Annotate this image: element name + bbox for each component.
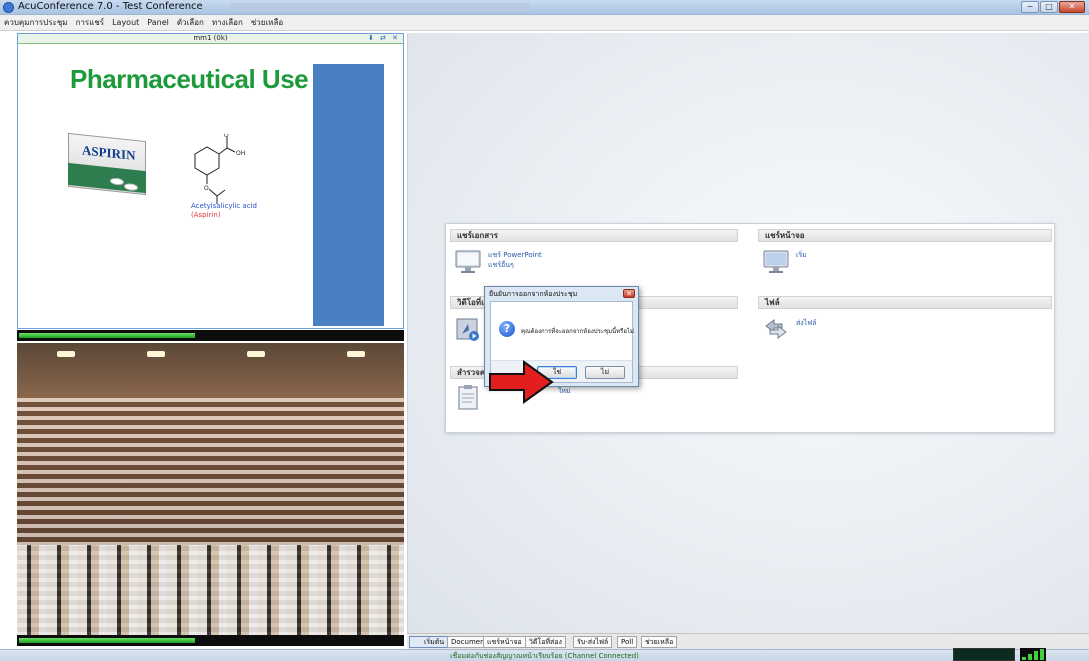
svg-text:O: O (224, 134, 229, 139)
svg-text:OH: OH (236, 150, 245, 157)
slide-header: mm1 (0k) ⬇ ⇄ ✕ (18, 34, 403, 44)
slide-progress-fill (19, 333, 196, 338)
tab-file-transfer[interactable]: รับ-ส่งไฟล์ (573, 636, 613, 648)
molecule-caption-sub: (Aspirin) (191, 211, 221, 219)
molecule-caption: Acetylsalicylic acid (191, 202, 257, 210)
tab-start-label: เริ่มต้น (424, 638, 445, 646)
aspirin-box-image: ASPIRIN (68, 132, 146, 196)
tab-help[interactable]: ช่วยเหลือ (641, 636, 678, 648)
tab-video[interactable]: วิดีโอที่ส่อง (525, 636, 566, 648)
slide-title: Pharmaceutical Use (70, 64, 309, 94)
menu-bar: ควบคุมการประชุม การแชร์ Layout Panel ตัว… (0, 15, 1089, 31)
svg-text:O: O (204, 185, 209, 192)
video-progress-fill (19, 638, 196, 643)
menu-help[interactable]: ช่วยเหลือ (251, 16, 283, 29)
slide-panel: mm1 (0k) ⬇ ⇄ ✕ Pharmaceutical Use ASPIRI… (17, 33, 404, 329)
menu-share[interactable]: การแชร์ (76, 16, 105, 29)
new-survey-link[interactable]: ใหม่ (558, 386, 571, 397)
dialog-close-button[interactable]: ✕ (623, 289, 635, 298)
section-files: ไฟล์ (758, 296, 1052, 309)
section-share-screen: แชร์หน้าจอ (758, 229, 1052, 242)
close-button[interactable]: ✕ (1059, 1, 1085, 13)
screen-icon (763, 250, 789, 273)
lecture-hall-wall (17, 343, 404, 403)
tab-share-screen[interactable]: แชร์หน้าจอ (483, 636, 526, 648)
title-bar: AcuConference 7.0 - Test Conference − □ … (0, 0, 1089, 15)
status-bar: เชื่อมต่อกับช่องสัญญาณหน้าเรียบร้อย (Cha… (0, 649, 1089, 661)
bottom-tab-bar: เริ่มต้น Document แชร์หน้าจอ วิดีโอที่ส่… (407, 633, 1089, 649)
menu-choices[interactable]: ทางเลือก (212, 16, 243, 29)
slide-progress-bar (17, 330, 404, 341)
share-screen-start-link[interactable]: เริ่ม (796, 250, 807, 261)
connection-status: เชื่อมต่อกับช่องสัญญาณหน้าเรียบร้อย (Cha… (450, 652, 639, 660)
dialog-title: ยืนยันการออกจากห้องประชุม (489, 290, 578, 298)
dialog-no-button[interactable]: ไม่ (585, 366, 625, 379)
network-graph (953, 648, 1015, 661)
file-transfer-icon (765, 319, 787, 339)
audience-crowd (17, 545, 404, 635)
signal-strength-icon (1020, 648, 1046, 661)
send-file-link[interactable]: ส่งไฟล์ (796, 318, 816, 329)
window-title: AcuConference 7.0 - Test Conference (18, 1, 203, 12)
tab-start[interactable]: เริ่มต้น (409, 636, 449, 648)
molecule-diagram: O OH O (194, 134, 245, 204)
video-icon (456, 318, 479, 341)
dialog-message: คุณต้องการที่จะออกจากห้องประชุมนี้หรือไม… (521, 328, 634, 335)
section-share-documents: แชร์เอกสาร (450, 229, 738, 242)
share-other-link[interactable]: แชร์อื่นๆ (488, 260, 514, 271)
red-arrow-icon (489, 360, 554, 404)
video-panel (17, 343, 404, 635)
monitor-icon (455, 250, 481, 273)
slide-blue-block (313, 64, 384, 326)
minimize-button[interactable]: − (1021, 1, 1039, 13)
maximize-button[interactable]: □ (1040, 1, 1058, 13)
menu-layout[interactable]: Layout (112, 18, 139, 27)
video-progress-bar (17, 635, 404, 646)
menu-options[interactable]: ตัวเลือก (177, 16, 204, 29)
tab-poll[interactable]: Poll (617, 636, 638, 648)
title-bar-extra (230, 3, 530, 11)
window-controls: − □ ✕ (1021, 1, 1085, 13)
menu-conference[interactable]: ควบคุมการประชุม (4, 16, 68, 29)
slide-header-icons[interactable]: ⬇ ⇄ ✕ (368, 34, 400, 42)
clipboard-icon (458, 385, 478, 410)
slide-header-label: mm1 (0k) (193, 34, 228, 42)
app-icon (3, 2, 14, 13)
question-icon: ? (499, 321, 515, 337)
menu-panel[interactable]: Panel (147, 18, 169, 27)
